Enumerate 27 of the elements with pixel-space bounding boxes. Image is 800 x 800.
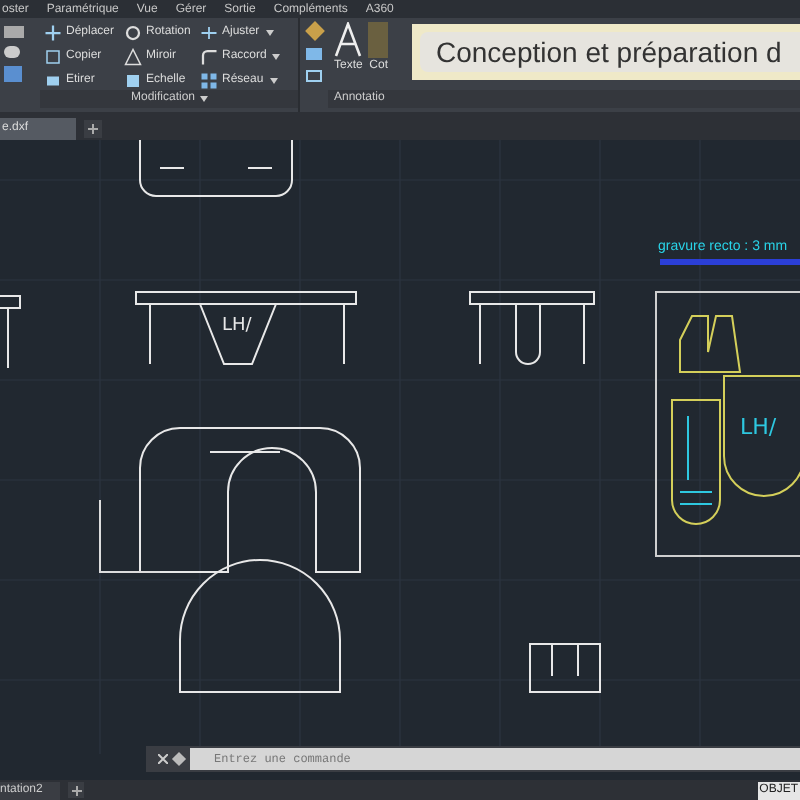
triangle-icon — [124, 48, 142, 66]
leg-piece-drawing — [529, 643, 601, 693]
caption-text: Conception et préparation d — [420, 32, 800, 72]
copy-icon — [44, 48, 62, 66]
text-icon — [334, 22, 363, 58]
caret-icon — [199, 96, 207, 102]
stretch-icon — [44, 72, 62, 90]
dimension-icon — [368, 22, 389, 58]
stool-profile-drawing — [469, 291, 595, 365]
new-tab-button[interactable] — [84, 120, 102, 138]
rotate-icon — [124, 24, 142, 42]
move-icon — [44, 24, 62, 42]
plus-icon — [88, 124, 98, 134]
stool-side-drawing — [0, 295, 21, 369]
trim-icon — [200, 24, 218, 42]
logo-text: LH/ — [222, 316, 252, 336]
corner-icon — [200, 48, 218, 66]
note-line — [660, 259, 800, 265]
close-icon[interactable] — [158, 754, 168, 764]
ucs-axis-icon — [99, 499, 161, 573]
new-layout-button[interactable] — [68, 782, 84, 798]
plus-icon — [71, 785, 81, 795]
logo-text: LH/ — [740, 414, 777, 440]
eye-icon[interactable] — [4, 46, 20, 58]
break-icon[interactable] — [306, 70, 322, 82]
grid-icon — [200, 72, 218, 90]
scale-icon — [124, 72, 142, 90]
